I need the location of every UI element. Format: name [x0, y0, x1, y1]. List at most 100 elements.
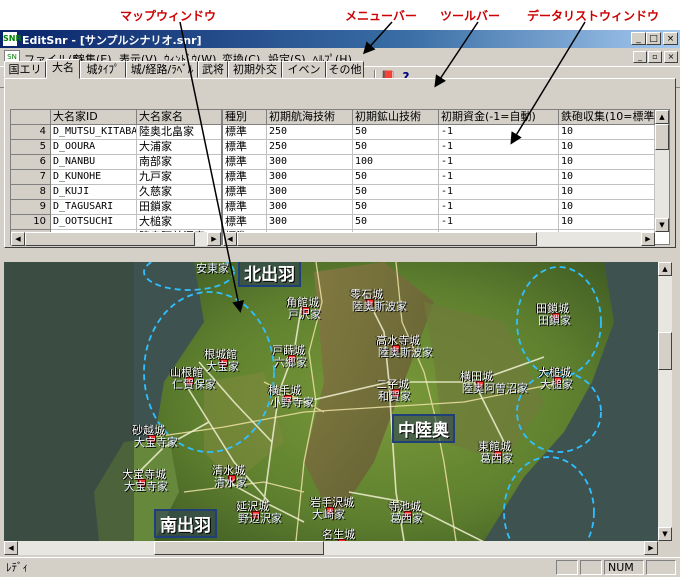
right-grid-cell[interactable]: 100 — [353, 155, 439, 170]
right-grid-cell[interactable]: 300 — [267, 215, 353, 230]
left-grid-cell[interactable]: D_OOTSUCHI — [51, 215, 137, 230]
left-grid-cell[interactable]: 7 — [11, 170, 51, 185]
right-grid-cell[interactable]: -1 — [439, 125, 559, 140]
left-grid-cell[interactable]: D_KUJI — [51, 185, 137, 200]
right-grid-cell[interactable]: 10 — [559, 170, 655, 185]
left-grid-cell[interactable]: 10 — [11, 215, 51, 230]
left-grid-cell[interactable]: 9 — [11, 200, 51, 215]
left-grid-cell[interactable]: 大槌家 — [137, 215, 221, 230]
tab-castle-route-label[interactable]: 城/経路/ﾗﾍﾞﾙ — [126, 61, 198, 78]
right-grid-cell[interactable]: 300 — [267, 200, 353, 215]
right-grid-cell[interactable]: 50 — [353, 140, 439, 155]
left-column-header[interactable]: 大名家ID — [51, 110, 137, 125]
scroll-thumb[interactable] — [237, 232, 537, 246]
scroll-left-button[interactable]: ◀ — [11, 232, 25, 246]
scroll-thumb[interactable] — [655, 124, 669, 150]
right-column-header[interactable]: 初期資金(-1=自動) — [439, 110, 559, 125]
right-grid-cell[interactable]: 標準 — [223, 215, 267, 230]
right-grid-cell[interactable]: 50 — [353, 215, 439, 230]
data-list-window: 大名家ID 大名家名 4 D_MUTSU_KITABA 陸奥北畠家 5 D_OOURA 大浦家… — [4, 78, 676, 248]
right-grid-cell[interactable]: 50 — [353, 170, 439, 185]
scroll-right-button[interactable]: ▶ — [641, 232, 655, 246]
right-grid-cell[interactable]: 50 — [353, 185, 439, 200]
right-grid-cell[interactable]: 10 — [559, 215, 655, 230]
left-grid-cell[interactable]: 6 — [11, 155, 51, 170]
left-grid-cell[interactable]: D_KUNOHE — [51, 170, 137, 185]
right-grid-cell[interactable]: 300 — [267, 155, 353, 170]
tab-initial-diplomacy[interactable]: 初期外交 — [228, 61, 282, 78]
close-button[interactable]: × — [663, 32, 678, 45]
right-grid-cell[interactable]: 10 — [559, 200, 655, 215]
daimyo-id-grid[interactable]: 大名家ID 大名家名 4 D_MUTSU_KITABA 陸奥北畠家 5 D_OOURA 大浦家… — [10, 109, 222, 245]
minimize-button[interactable]: _ — [631, 32, 646, 45]
scroll-left-button[interactable]: ◀ — [4, 541, 18, 555]
left-grid-cell[interactable]: 8 — [11, 185, 51, 200]
right-grid-cell[interactable]: -1 — [439, 185, 559, 200]
left-column-header[interactable]: 大名家名 — [137, 110, 221, 125]
left-grid-cell[interactable]: 久慈家 — [137, 185, 221, 200]
map-horizontal-scrollbar[interactable]: ◀ ▶ — [4, 541, 658, 555]
right-grid-cell[interactable]: -1 — [439, 215, 559, 230]
scroll-up-button[interactable]: ▲ — [658, 262, 672, 276]
right-grid-cell[interactable]: 10 — [559, 185, 655, 200]
mdi-minimize-button[interactable]: _ — [633, 51, 647, 63]
right-column-header[interactable]: 種別 — [223, 110, 267, 125]
scroll-down-button[interactable]: ▼ — [655, 218, 669, 232]
scroll-up-button[interactable]: ▲ — [655, 110, 669, 124]
left-grid-cell[interactable]: D_OOURA — [51, 140, 137, 155]
right-grid-cell[interactable]: 250 — [267, 125, 353, 140]
right-grid-cell[interactable]: -1 — [439, 170, 559, 185]
right-grid-cell[interactable]: 300 — [267, 185, 353, 200]
map-vertical-scrollbar[interactable]: ▲ ▼ — [658, 262, 672, 541]
left-grid-cell[interactable]: 4 — [11, 125, 51, 140]
right-grid-cell[interactable]: 標準 — [223, 155, 267, 170]
map-window[interactable]: 北出羽 中陸奥 南出羽 零石城 陸奥斯波家 角館城 戸沢家 田鎖城 田鎖家 高水寺城 陸奥斯波… — [4, 262, 658, 541]
right-column-header[interactable]: 初期鉱山技術 — [353, 110, 439, 125]
left-grid-cell[interactable]: 田鎖家 — [137, 200, 221, 215]
scroll-thumb[interactable] — [25, 232, 195, 246]
right-grid-cell[interactable]: -1 — [439, 200, 559, 215]
tab-daimyo[interactable]: 大名 — [46, 59, 80, 79]
title-bar[interactable]: SNR EditSnr - [サンプルシナリオ.snr] _ □ × — [0, 30, 680, 48]
left-grid-cell[interactable]: D_NANBU — [51, 155, 137, 170]
tab-generals[interactable]: 武将 — [198, 61, 228, 78]
left-grid-cell[interactable]: D_MUTSU_KITABA — [51, 125, 137, 140]
left-grid-cell[interactable]: 大浦家 — [137, 140, 221, 155]
tab-events[interactable]: イベント — [282, 61, 326, 92]
tab-country-area[interactable]: 国エリア — [4, 61, 46, 92]
left-grid-cell[interactable]: 九戸家 — [137, 170, 221, 185]
right-column-header[interactable]: 鉄砲収集(10=標準 — [559, 110, 655, 125]
scroll-right-button[interactable]: ▶ — [207, 232, 221, 246]
right-grid-cell[interactable]: 50 — [353, 200, 439, 215]
scroll-right-button[interactable]: ▶ — [644, 541, 658, 555]
scroll-thumb[interactable] — [154, 541, 324, 555]
left-grid-cell[interactable]: D_TAGUSARI — [51, 200, 137, 215]
left-column-header[interactable] — [11, 110, 51, 125]
right-grid-cell[interactable]: 10 — [559, 155, 655, 170]
right-grid-cell[interactable]: 標準 — [223, 170, 267, 185]
right-grid-cell[interactable]: 標準 — [223, 200, 267, 215]
scroll-left-button[interactable]: ◀ — [223, 232, 237, 246]
right-grid-cell[interactable]: 標準 — [223, 185, 267, 200]
right-grid-cell[interactable]: 標準 — [223, 140, 267, 155]
tab-other[interactable]: その他 — [326, 61, 364, 78]
right-grid-cell[interactable]: 標準 — [223, 125, 267, 140]
scroll-thumb[interactable] — [658, 332, 672, 370]
right-grid-cell[interactable]: 10 — [559, 125, 655, 140]
tab-castle-type[interactable]: 城ﾀｲﾌﾟ — [80, 61, 126, 78]
left-grid-cell[interactable]: 南部家 — [137, 155, 221, 170]
right-grid-cell[interactable]: -1 — [439, 155, 559, 170]
right-grid-cell[interactable]: 50 — [353, 125, 439, 140]
right-grid-cell[interactable]: 250 — [267, 140, 353, 155]
right-column-header[interactable]: 初期航海技術 — [267, 110, 353, 125]
scroll-down-button[interactable]: ▼ — [658, 527, 672, 541]
left-grid-cell[interactable]: 5 — [11, 140, 51, 155]
mdi-close-button[interactable]: × — [664, 51, 678, 63]
right-grid-cell[interactable]: 300 — [267, 170, 353, 185]
right-grid-cell[interactable]: 10 — [559, 140, 655, 155]
mdi-restore-button[interactable]: ▫ — [648, 51, 662, 63]
daimyo-attribute-grid[interactable]: 種別 初期航海技術 初期鉱山技術 初期資金(-1=自動) 鉄砲収集(10=標準 標準 250… — [222, 109, 670, 245]
right-grid-cell[interactable]: -1 — [439, 140, 559, 155]
maximize-button[interactable]: □ — [646, 32, 661, 45]
left-grid-cell[interactable]: 陸奥北畠家 — [137, 125, 221, 140]
